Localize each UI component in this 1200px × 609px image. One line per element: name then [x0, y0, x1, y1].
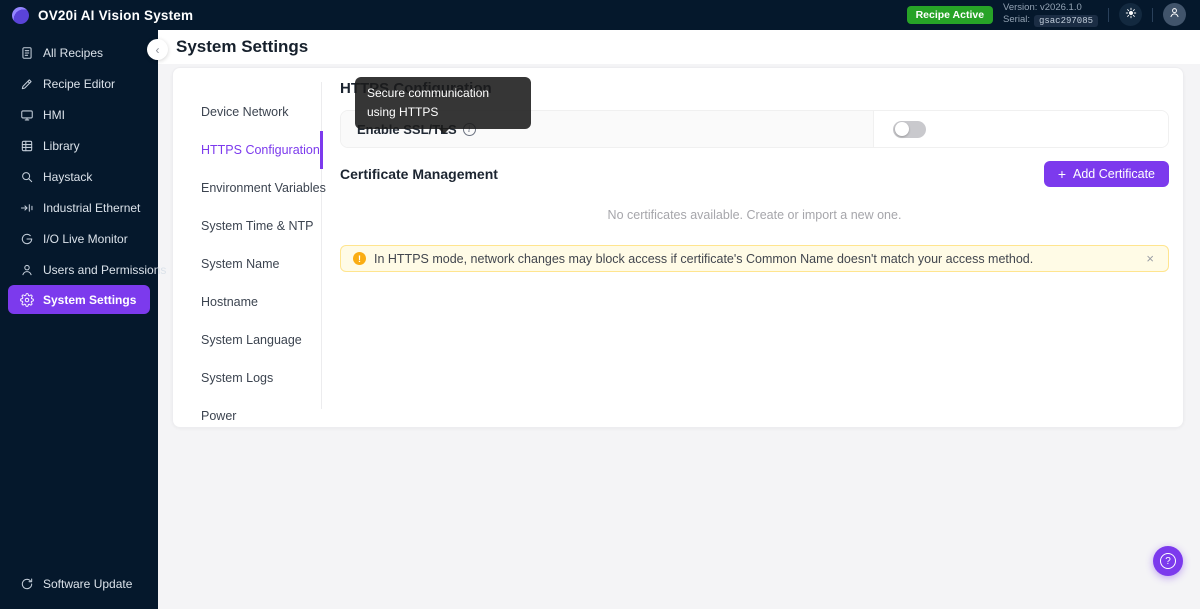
recipes-icon — [20, 46, 34, 60]
settings-nav-device-network[interactable]: Device Network — [173, 93, 321, 131]
https-configuration-panel: HTTPS Configuration Secure communication… — [322, 68, 1183, 427]
https-warning-banner: ! In HTTPS mode, network changes may blo… — [340, 245, 1169, 272]
sidebar-item-label: Users and Permissions — [43, 263, 166, 277]
settings-nav-environment-variables[interactable]: Environment Variables — [173, 169, 321, 207]
gear-icon — [20, 293, 34, 307]
sidebar-item-all-recipes[interactable]: All Recipes — [0, 37, 158, 68]
certificates-empty-message: No certificates available. Create or imp… — [340, 208, 1169, 222]
sidebar-item-label: Software Update — [43, 577, 132, 591]
sidebar-item-system-settings[interactable]: System Settings — [8, 285, 150, 314]
certificate-management-title: Certificate Management — [340, 166, 498, 182]
sidebar-item-label: System Settings — [43, 293, 136, 307]
sidebar-item-haystack[interactable]: Haystack — [0, 161, 158, 192]
user-icon — [1168, 6, 1181, 24]
settings-nav-power[interactable]: Power — [173, 397, 321, 435]
settings-nav-https-configuration[interactable]: HTTPS Configuration — [173, 131, 323, 169]
refresh-icon — [20, 577, 34, 591]
warning-icon: ! — [353, 252, 366, 265]
settings-nav: Device Network HTTPS Configuration Envir… — [173, 82, 322, 409]
app-title: OV20i AI Vision System — [38, 8, 193, 23]
plus-icon: + — [1058, 167, 1066, 181]
warning-message: In HTTPS mode, network changes may block… — [374, 252, 1136, 266]
main-content: ‹ System Settings Device Network HTTPS C… — [158, 30, 1200, 609]
settings-nav-system-name[interactable]: System Name — [173, 245, 321, 283]
pencil-icon — [20, 77, 34, 91]
add-certificate-label: Add Certificate — [1073, 167, 1155, 181]
sidebar-item-label: I/O Live Monitor — [43, 232, 128, 246]
ssl-info-tooltip: Secure communication using HTTPS — [355, 77, 531, 129]
app-logo-icon — [12, 7, 29, 24]
sidebar-item-users-permissions[interactable]: Users and Permissions — [0, 254, 158, 285]
add-certificate-button[interactable]: + Add Certificate — [1044, 161, 1169, 187]
settings-nav-system-time-ntp[interactable]: System Time & NTP — [173, 207, 321, 245]
page-titlebar: System Settings — [158, 30, 1200, 64]
version-label: Version: v2026.1.0 — [1003, 3, 1098, 14]
sidebar: All Recipes Recipe Editor HMI Library Ha… — [0, 30, 158, 609]
settings-nav-system-language[interactable]: System Language — [173, 321, 321, 359]
ssl-toggle[interactable] — [893, 121, 926, 138]
settings-nav-system-logs[interactable]: System Logs — [173, 359, 321, 397]
sidebar-item-io-live-monitor[interactable]: I/O Live Monitor — [0, 223, 158, 254]
user-icon — [20, 263, 34, 277]
sidebar-collapse-button[interactable]: ‹ — [147, 39, 168, 60]
search-icon — [20, 170, 34, 184]
close-icon[interactable]: × — [1144, 251, 1156, 266]
sidebar-item-software-update[interactable]: Software Update — [0, 568, 158, 599]
help-button[interactable]: ? — [1153, 546, 1183, 576]
user-avatar[interactable] — [1163, 3, 1186, 26]
sidebar-item-library[interactable]: Library — [0, 130, 158, 161]
settings-card: Device Network HTTPS Configuration Envir… — [172, 67, 1184, 428]
sidebar-item-label: All Recipes — [43, 46, 103, 60]
sidebar-item-industrial-ethernet[interactable]: Industrial Ethernet — [0, 192, 158, 223]
sidebar-item-label: Industrial Ethernet — [43, 201, 140, 215]
recipe-active-badge: Recipe Active — [907, 6, 993, 24]
sidebar-item-label: Recipe Editor — [43, 77, 115, 91]
header-divider — [1108, 8, 1109, 22]
question-mark-icon: ? — [1160, 553, 1176, 569]
sidebar-item-recipe-editor[interactable]: Recipe Editor — [0, 68, 158, 99]
sidebar-item-hmi[interactable]: HMI — [0, 99, 158, 130]
serial-label: Serial: — [1003, 15, 1030, 26]
theme-toggle-button[interactable] — [1119, 3, 1142, 26]
sidebar-item-label: HMI — [43, 108, 65, 122]
gauge-icon — [20, 232, 34, 246]
sun-icon — [1125, 6, 1137, 24]
grid-icon — [20, 139, 34, 153]
monitor-icon — [20, 108, 34, 122]
sidebar-item-label: Library — [43, 139, 80, 153]
ethernet-icon — [20, 201, 34, 215]
header-divider — [1152, 8, 1153, 22]
version-info: Version: v2026.1.0 Serial: gsac297085 — [1003, 3, 1098, 27]
page-title: System Settings — [176, 37, 308, 57]
settings-nav-hostname[interactable]: Hostname — [173, 283, 321, 321]
sidebar-item-label: Haystack — [43, 170, 92, 184]
app-header: OV20i AI Vision System Recipe Active Ver… — [0, 0, 1200, 30]
serial-value: gsac297085 — [1034, 15, 1098, 27]
